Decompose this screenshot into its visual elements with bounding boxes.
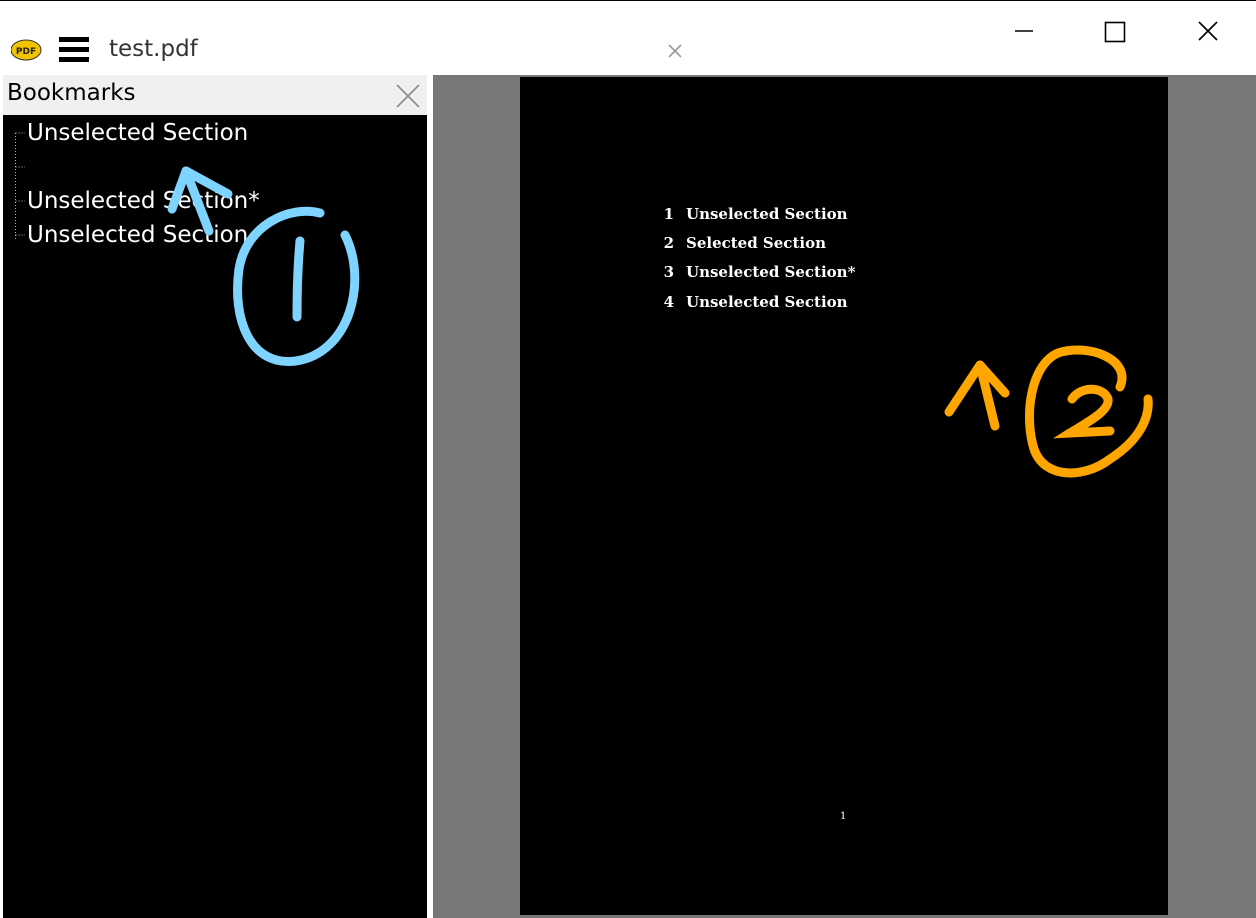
svg-text:PDF: PDF <box>16 47 36 57</box>
bookmark-item-selected-empty[interactable] <box>27 151 327 183</box>
toc-title: Unselected Section <box>686 293 848 311</box>
toc-number: 3 <box>663 263 674 281</box>
bookmark-tree: Unselected Section Unselected Section* U… <box>3 115 427 918</box>
bookmarks-sidebar: Bookmarks Unselected Section Unselected … <box>0 75 430 918</box>
toc-number: 4 <box>663 293 674 311</box>
bookmark-item[interactable]: Unselected Section* <box>27 185 260 217</box>
toc-title: Selected Section <box>686 234 826 252</box>
tab-test-pdf[interactable]: test.pdf <box>100 34 700 70</box>
title-bar: PDF test.pdf <box>0 1 1256 75</box>
maximize-icon[interactable] <box>1092 11 1138 51</box>
toc-number: 2 <box>663 234 674 252</box>
tab-close-icon[interactable] <box>666 42 684 60</box>
toc-number: 1 <box>663 205 674 223</box>
document-view[interactable]: 1 Unselected Section 2 Selected Section … <box>433 75 1256 918</box>
close-icon[interactable] <box>395 83 421 109</box>
minimize-icon[interactable] <box>1001 11 1047 51</box>
bookmarks-header: Bookmarks <box>3 75 427 115</box>
bookmark-item[interactable]: Unselected Section <box>27 117 248 149</box>
hamburger-menu-icon[interactable] <box>59 37 89 63</box>
tab-title: test.pdf <box>109 36 198 62</box>
bookmarks-title: Bookmarks <box>7 80 136 106</box>
toc-title: Unselected Section <box>686 205 848 223</box>
app-window: PDF test.pdf Bookmarks Unselected Sectio… <box>0 0 1256 918</box>
page-number: 1 <box>840 811 847 822</box>
toc-title: Unselected Section* <box>686 263 856 281</box>
pdf-page: 1 Unselected Section 2 Selected Section … <box>520 77 1168 915</box>
bookmark-item[interactable]: Unselected Section <box>27 219 248 251</box>
sumatra-pdf-icon: PDF <box>10 39 42 61</box>
window-close-icon[interactable] <box>1185 11 1231 51</box>
